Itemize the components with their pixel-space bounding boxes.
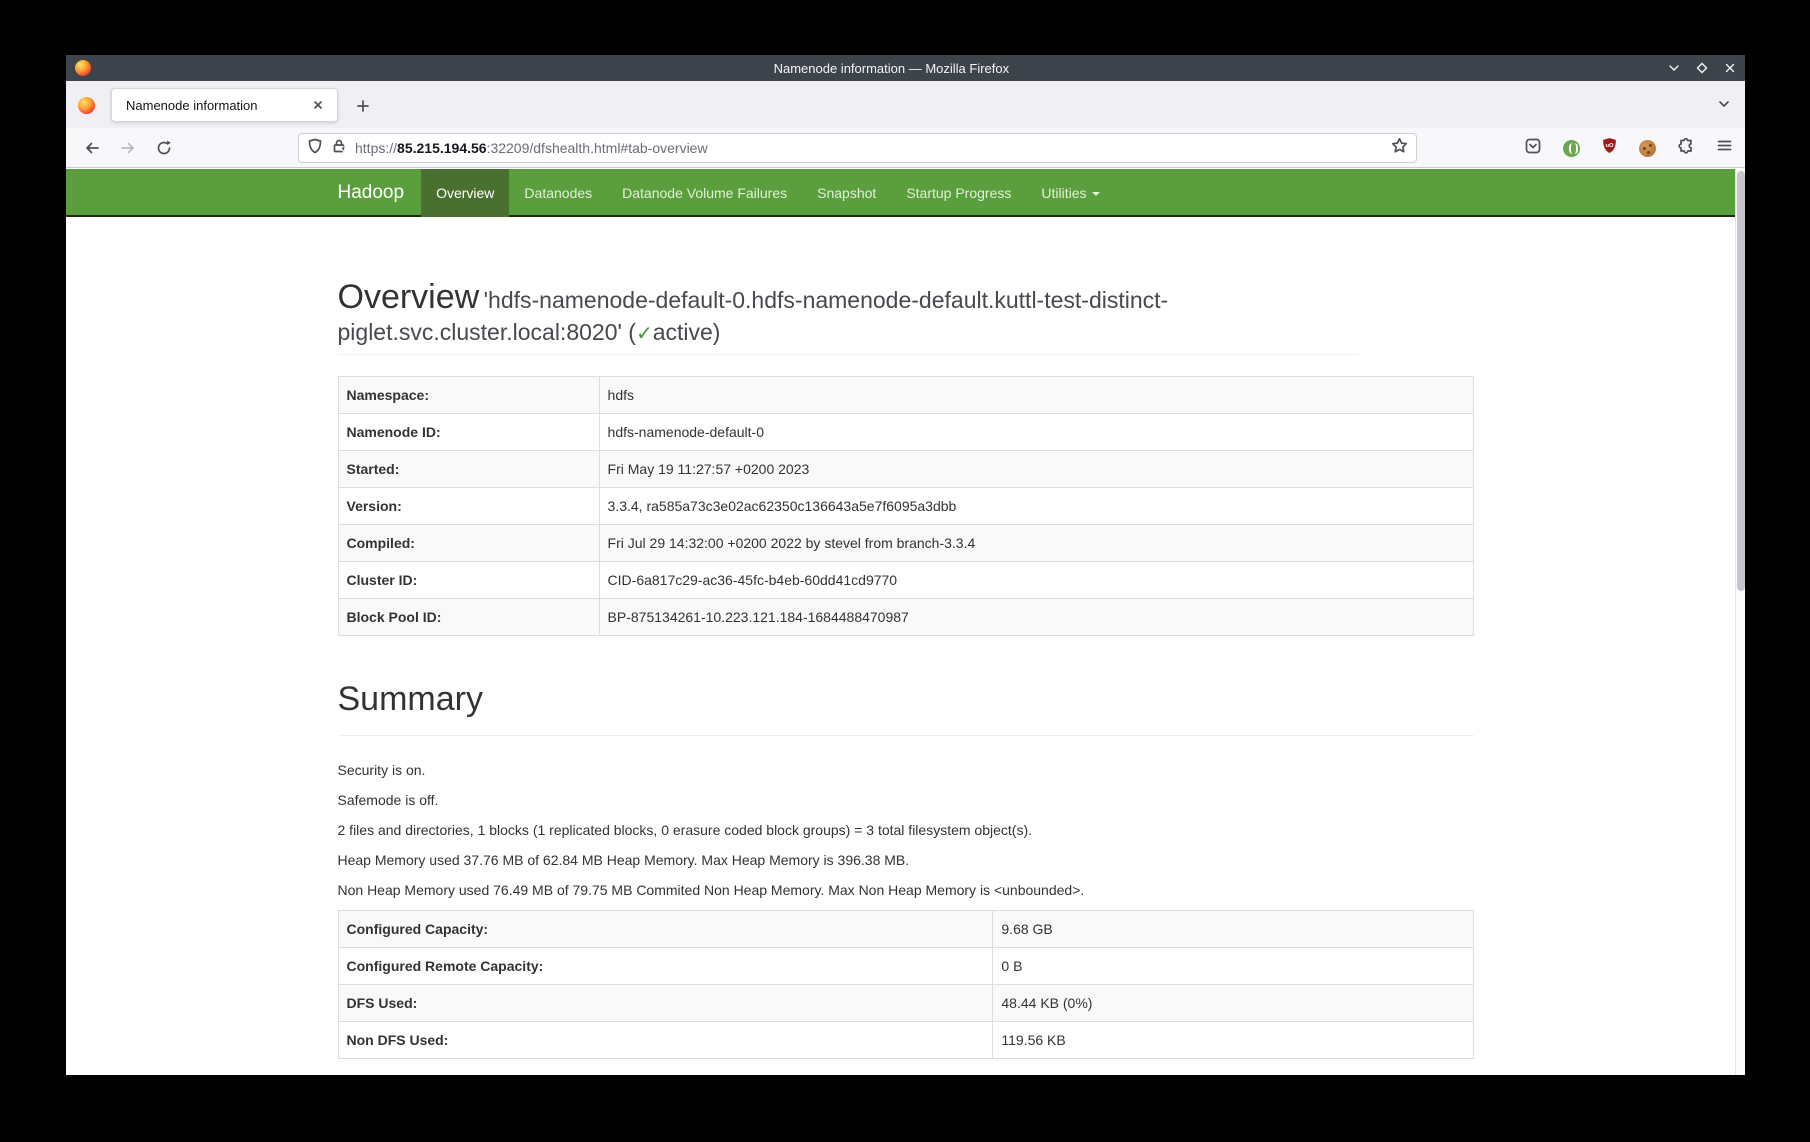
url-bar[interactable]: https://85.215.194.56:32209/dfshealth.ht… <box>298 133 1417 163</box>
page-title: Overview <box>338 278 480 316</box>
row-label: Namenode ID: <box>338 414 599 451</box>
row-value: Fri May 19 11:27:57 +0200 2023 <box>599 451 1473 488</box>
new-tab-button[interactable] <box>352 95 374 117</box>
active-check-icon: ✓ <box>636 321 653 345</box>
pocket-icon[interactable] <box>1524 137 1542 160</box>
overview-header: Overview 'hdfs-namenode-default-0.hdfs-n… <box>338 275 1358 355</box>
namenode-info-table: Namespace:hdfs Namenode ID:hdfs-namenode… <box>338 376 1474 636</box>
row-value: 9.68 GB <box>993 911 1473 948</box>
row-label: Block Pool ID: <box>338 599 599 636</box>
ublock-origin-icon[interactable]: uO <box>1601 137 1618 159</box>
cookie-extension-icon[interactable] <box>1639 140 1656 157</box>
extensions-puzzle-icon[interactable] <box>1677 137 1695 160</box>
svg-text:uO: uO <box>1605 143 1614 149</box>
nav-tab-startup-progress[interactable]: Startup Progress <box>891 169 1026 217</box>
page-scrollbar[interactable] <box>1735 169 1745 1075</box>
row-label: Version: <box>338 488 599 525</box>
table-row: Version:3.3.4, ra585a73c3e02ac62350c1366… <box>338 488 1473 525</box>
utilities-label: Utilities <box>1041 185 1086 201</box>
bookmark-star-icon[interactable] <box>1391 137 1408 159</box>
table-row: Started:Fri May 19 11:27:57 +0200 2023 <box>338 451 1473 488</box>
row-value: 0 B <box>993 948 1473 985</box>
summary-title: Summary <box>338 680 483 718</box>
summary-line: 2 files and directories, 1 blocks (1 rep… <box>338 820 1474 840</box>
summary-line: Safemode is off. <box>338 790 1474 810</box>
hadoop-navbar: Hadoop Overview Datanodes Datanode Volum… <box>66 169 1745 217</box>
row-value: Fri Jul 29 14:32:00 +0200 2022 by stevel… <box>599 525 1473 562</box>
table-row: Namenode ID:hdfs-namenode-default-0 <box>338 414 1473 451</box>
row-value: 119.56 KB <box>993 1022 1473 1059</box>
reload-button[interactable] <box>150 134 178 162</box>
tab-title: Namenode information <box>126 98 308 113</box>
tab-namenode-information[interactable]: Namenode information <box>111 88 338 122</box>
row-label: Started: <box>338 451 599 488</box>
nav-tab-datanodes[interactable]: Datanodes <box>509 169 607 217</box>
page-viewport: Hadoop Overview Datanodes Datanode Volum… <box>66 169 1745 1075</box>
row-label: Configured Remote Capacity: <box>338 948 993 985</box>
row-value: hdfs <box>599 377 1473 414</box>
row-label: Namespace: <box>338 377 599 414</box>
nav-tab-datanode-volume-failures[interactable]: Datanode Volume Failures <box>607 169 802 217</box>
row-value: 48.44 KB (0%) <box>993 985 1473 1022</box>
table-row: Block Pool ID:BP-875134261-10.223.121.18… <box>338 599 1473 636</box>
summary-paragraphs: Security is on. Safemode is off. 2 files… <box>338 760 1474 900</box>
tab-close-icon[interactable] <box>308 95 328 115</box>
row-label: Configured Capacity: <box>338 911 993 948</box>
nav-tab-overview[interactable]: Overview <box>421 169 509 217</box>
summary-line: Heap Memory used 37.76 MB of 62.84 MB He… <box>338 850 1474 870</box>
forward-button[interactable] <box>114 134 142 162</box>
window-titlebar: Namenode information — Mozilla Firefox <box>66 55 1745 81</box>
url-protocol: https:// <box>355 140 397 156</box>
list-all-tabs-icon[interactable] <box>1717 97 1731 116</box>
active-status-text: active) <box>653 319 721 345</box>
lock-warning-icon[interactable] <box>331 138 347 159</box>
url-path: :32209/dfshealth.html#tab-overview <box>487 140 708 156</box>
scrollbar-thumb[interactable] <box>1737 171 1745 591</box>
window-title: Namenode information — Mozilla Firefox <box>774 61 1010 76</box>
nav-tab-snapshot[interactable]: Snapshot <box>802 169 891 217</box>
row-label: Non DFS Used: <box>338 1022 993 1059</box>
table-row: Non DFS Used:119.56 KB <box>338 1022 1473 1059</box>
menu-hamburger-icon[interactable] <box>1716 137 1733 159</box>
browser-window: Namenode information — Mozilla Firefox N… <box>66 55 1745 1075</box>
privacy-extension-icon[interactable] <box>1563 140 1580 157</box>
row-value: BP-875134261-10.223.121.184-168448847098… <box>599 599 1473 636</box>
caret-down-icon <box>1092 192 1100 196</box>
url-text[interactable]: https://85.215.194.56:32209/dfshealth.ht… <box>355 140 1391 156</box>
firefox-icon <box>78 97 95 114</box>
table-row: DFS Used:48.44 KB (0%) <box>338 985 1473 1022</box>
table-row: Namespace:hdfs <box>338 377 1473 414</box>
table-row: Cluster ID:CID-6a817c29-ac36-45fc-b4eb-6… <box>338 562 1473 599</box>
table-row: Configured Capacity:9.68 GB <box>338 911 1473 948</box>
row-value: 3.3.4, ra585a73c3e02ac62350c136643a5e7f6… <box>599 488 1473 525</box>
capacity-table: Configured Capacity:9.68 GB Configured R… <box>338 910 1474 1059</box>
tab-strip: Namenode information <box>66 81 1745 128</box>
back-button[interactable] <box>78 134 106 162</box>
table-row: Configured Remote Capacity:0 B <box>338 948 1473 985</box>
table-row: Compiled:Fri Jul 29 14:32:00 +0200 2022 … <box>338 525 1473 562</box>
row-label: DFS Used: <box>338 985 993 1022</box>
close-button[interactable] <box>1723 61 1737 75</box>
hadoop-brand[interactable]: Hadoop <box>338 169 422 217</box>
url-host: 85.215.194.56 <box>397 140 487 156</box>
shield-icon[interactable] <box>307 138 323 159</box>
minimize-button[interactable] <box>1667 61 1681 75</box>
summary-header: Summary <box>338 677 1474 736</box>
nav-dropdown-utilities[interactable]: Utilities <box>1026 169 1114 217</box>
row-label: Cluster ID: <box>338 562 599 599</box>
row-value: CID-6a817c29-ac36-45fc-b4eb-60dd41cd9770 <box>599 562 1473 599</box>
row-label: Compiled: <box>338 525 599 562</box>
maximize-button[interactable] <box>1695 61 1709 75</box>
navigation-toolbar: https://85.215.194.56:32209/dfshealth.ht… <box>66 128 1745 168</box>
summary-line: Security is on. <box>338 760 1474 780</box>
row-value: hdfs-namenode-default-0 <box>599 414 1473 451</box>
firefox-icon <box>75 60 91 76</box>
summary-line: Non Heap Memory used 76.49 MB of 79.75 M… <box>338 880 1474 900</box>
